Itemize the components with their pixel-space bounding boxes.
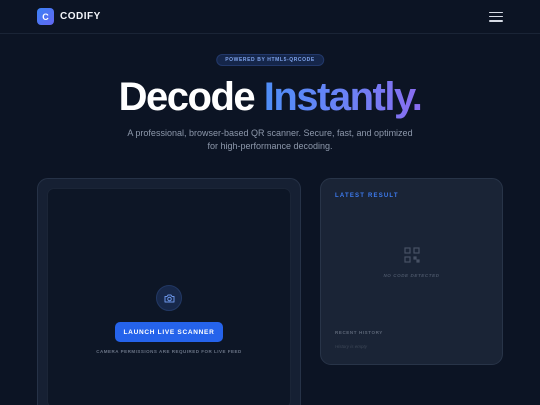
camera-permission-note: CAMERA PERMISSIONS ARE REQUIRED FOR LIVE…	[96, 349, 242, 354]
hero-subtitle-line-1: A professional, browser-based QR scanner…	[127, 128, 413, 138]
menu-line	[489, 15, 503, 18]
menu-line	[489, 11, 503, 13]
latest-result-panel: LATEST RESULT NO CODE DETECTED RECENT HI…	[320, 178, 503, 365]
hero-title: Decode Instantly.	[0, 74, 540, 120]
qr-code-icon	[404, 247, 420, 263]
menu-line	[489, 20, 503, 22]
hero-title-word-decode: Decode	[118, 75, 256, 119]
recent-history-title: RECENT HISTORY	[335, 330, 383, 335]
scanner-viewport: LAUNCH LIVE SCANNER CAMERA PERMISSIONS A…	[47, 188, 291, 405]
hero-title-word-instantly: Instantly.	[263, 75, 423, 119]
logo-mark-icon: C	[37, 8, 54, 25]
top-navigation-bar: C CODIFY	[0, 0, 540, 34]
powered-by-badge: POWERED BY HTML5-QRCODE	[216, 54, 324, 66]
hero-subtitle: A professional, browser-based QR scanner…	[120, 127, 420, 152]
brand-name: CODIFY	[60, 11, 101, 22]
brand-logo[interactable]: C CODIFY	[37, 8, 101, 25]
latest-result-title: LATEST RESULT	[335, 193, 399, 199]
launch-live-scanner-button[interactable]: LAUNCH LIVE SCANNER	[115, 322, 223, 342]
history-empty-label: History is empty	[335, 344, 368, 349]
hamburger-menu-icon[interactable]	[489, 11, 503, 22]
scanner-card: LAUNCH LIVE SCANNER CAMERA PERMISSIONS A…	[37, 178, 301, 405]
no-code-detected-label: NO CODE DETECTED	[383, 273, 440, 278]
hero-subtitle-line-2: for high-performance decoding.	[207, 140, 333, 151]
camera-icon	[156, 285, 182, 311]
